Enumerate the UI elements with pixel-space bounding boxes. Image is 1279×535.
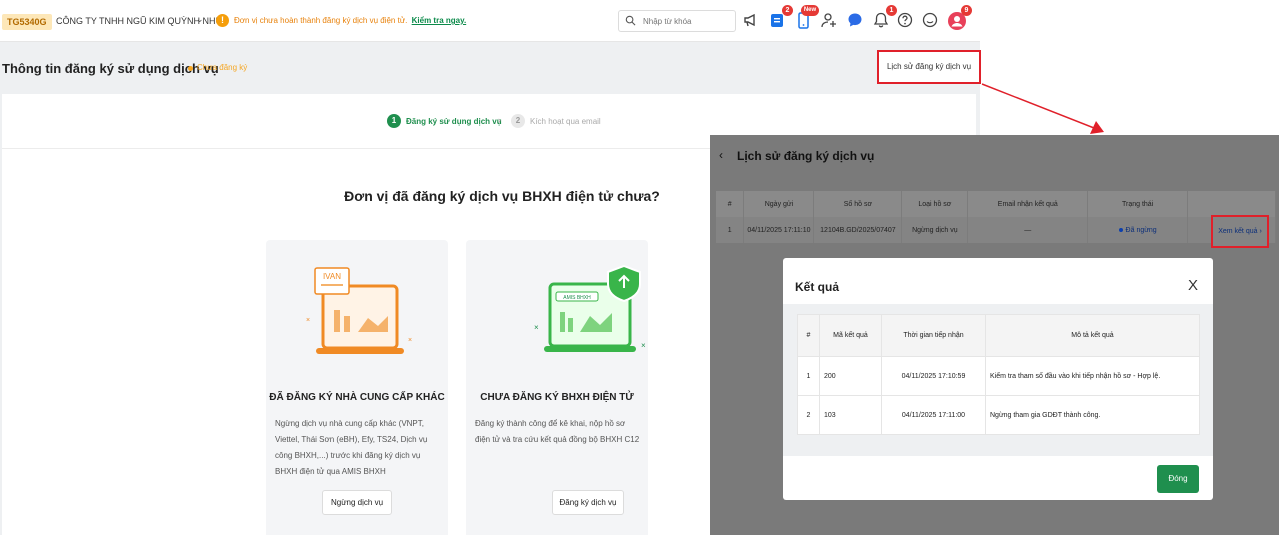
row-result-description: Kiểm tra tham số đầu vào khi tiếp nhận h… <box>985 356 1200 396</box>
register-service-button[interactable]: Đăng ký dịch vụ <box>552 490 624 515</box>
result-table: # Mã kết quả Thời gian tiếp nhận Mô tả k… <box>797 314 1200 435</box>
laptop-shield-illustration: AMIS BHXH × × <box>534 264 646 352</box>
bell-icon[interactable]: 1 <box>872 5 897 31</box>
option-not-registered[interactable]: AMIS BHXH × × CHƯA ĐĂNG KÝ BHXH ĐIỆN TỬ … <box>466 240 648 535</box>
check-now-link[interactable]: Kiểm tra ngay. <box>412 16 467 25</box>
add-user-icon[interactable] <box>820 11 840 31</box>
search-input[interactable] <box>643 14 731 28</box>
col-status: Trạng thái <box>1087 191 1189 217</box>
history-button[interactable]: Lịch sử đăng ký dịch vụ <box>877 50 981 84</box>
row-result-email: — <box>967 217 1089 243</box>
history-table: # Ngày gửi Số hồ sơ Loại hồ sơ Email nhậ… <box>716 191 1276 243</box>
help-icon[interactable] <box>896 11 916 31</box>
table-row: 1 04/11/2025 17:11:10 12104B.GD/2025/074… <box>716 217 1276 243</box>
row-status: Đã ngừng <box>1087 217 1189 243</box>
stop-service-button[interactable]: Ngừng dịch vụ <box>322 490 392 515</box>
history-header-row: # Ngày gửi Số hồ sơ Loại hồ sơ Email nhậ… <box>716 191 1276 217</box>
table-row: 1 200 04/11/2025 17:10:59 Kiểm tra tham … <box>797 356 1200 396</box>
top-bar: TG5340G CÔNG TY TNHH NGŨ KIM QUỲNH NHƯ ⌄… <box>0 0 980 42</box>
clipboard-icon[interactable]: 2 <box>768 5 793 31</box>
step-1-number: 1 <box>387 114 401 128</box>
page-title: Thông tin đăng ký sử dụng dịch vụ <box>2 61 219 76</box>
search-icon <box>625 15 636 26</box>
row-index: 1 <box>716 217 745 243</box>
close-icon[interactable]: X <box>1188 277 1198 294</box>
modal-title: Kết quả <box>795 280 840 294</box>
step-2-number: 2 <box>511 114 525 128</box>
option-title: CHƯA ĐĂNG KÝ BHXH ĐIỆN TỬ <box>480 392 634 403</box>
tax-code-badge: TG5340G <box>2 14 52 30</box>
svg-text:×: × <box>408 337 412 344</box>
col-received-time: Thời gian tiếp nhận <box>881 314 986 357</box>
svg-text:×: × <box>641 341 646 350</box>
row-result-description: Ngừng tham gia GDĐT thành công. <box>985 395 1200 435</box>
avatar-badge: 9 <box>961 5 972 16</box>
amis-label: AMIS BHXH <box>563 295 591 301</box>
row-send-date: 04/11/2025 17:11:10 <box>743 217 815 243</box>
option-other-provider[interactable]: IVAN × × ĐÃ ĐĂNG KÝ NHÀ CUNG CẤP KHÁC Ng… <box>266 240 448 535</box>
result-modal: Kết quả X # Mã kết quả Thời gian tiếp nh… <box>783 258 1213 500</box>
chevron-down-icon[interactable]: ⌄ <box>196 14 204 25</box>
col-action <box>1187 191 1276 217</box>
step-separator: › <box>498 115 501 125</box>
step-1-label: Đăng ký sử dụng dịch vụ <box>406 117 502 126</box>
registration-status: Chưa đăng ký <box>197 63 248 72</box>
warning-text: Đơn vị chưa hoàn thành đăng ký dịch vụ đ… <box>234 16 408 25</box>
laptop-ivan-illustration: IVAN × × <box>306 267 412 354</box>
view-result-link[interactable]: Xem kết quả › <box>1211 215 1269 248</box>
option-description: Ngừng dịch vụ nhà cung cấp khác (VNPT, V… <box>275 419 428 476</box>
avatar[interactable]: 9 <box>947 5 972 31</box>
col-result-code: Mã kết quả <box>819 314 882 357</box>
chat-icon[interactable] <box>846 11 866 31</box>
col-send-date: Ngày gửi <box>743 191 815 217</box>
col-result-email: Email nhận kết quả <box>967 191 1089 217</box>
page-header: Thông tin đăng ký sử dụng dịch vụ Chưa đ… <box>0 42 980 94</box>
search-box[interactable] <box>618 10 736 32</box>
row-file-number: 12104B.GD/2025/07407 <box>813 217 903 243</box>
modal-body: # Mã kết quả Thời gian tiếp nhận Mô tả k… <box>783 304 1213 456</box>
result-header-row: # Mã kết quả Thời gian tiếp nhận Mô tả k… <box>797 314 1200 357</box>
emoji-icon[interactable] <box>921 11 941 31</box>
clipboard-badge: 2 <box>782 5 793 16</box>
row-result-code: 103 <box>819 395 882 435</box>
status-dot-icon <box>188 66 193 71</box>
row-index: 2 <box>797 395 820 435</box>
col-index: # <box>797 314 820 357</box>
option-description: Đăng ký thành công để kê khai, nộp hồ sơ… <box>475 419 640 444</box>
col-file-type: Loại hồ sơ <box>901 191 969 217</box>
view-result-label: Xem kết quả <box>1218 228 1258 235</box>
svg-text:×: × <box>534 323 539 332</box>
registration-warning: Đơn vị chưa hoàn thành đăng ký dịch vụ đ… <box>234 16 466 25</box>
option-title: ĐÃ ĐĂNG KÝ NHÀ CUNG CẤP KHÁC <box>269 392 445 403</box>
phone-new-badge: New <box>801 5 819 16</box>
table-row: 2 103 04/11/2025 17:11:00 Ngừng tham gia… <box>797 395 1200 435</box>
ivan-label: IVAN <box>323 272 341 281</box>
svg-text:×: × <box>306 317 310 324</box>
phone-icon[interactable]: New <box>794 5 819 31</box>
row-received-time: 04/11/2025 17:10:59 <box>881 356 986 396</box>
back-chevron-icon[interactable]: ‹ <box>719 148 723 162</box>
history-title: Lịch sử đăng ký dịch vụ <box>737 149 875 163</box>
row-result-code: 200 <box>819 356 882 396</box>
row-file-type: Ngừng dịch vụ <box>901 217 969 243</box>
row-index: 1 <box>797 356 820 396</box>
row-received-time: 04/11/2025 17:11:00 <box>881 395 986 435</box>
col-result-description: Mô tả kết quả <box>985 314 1200 357</box>
megaphone-icon[interactable] <box>742 11 762 31</box>
col-file-number: Số hồ sơ <box>813 191 903 217</box>
col-index: # <box>716 191 745 217</box>
warning-icon: ! <box>216 14 229 27</box>
close-button[interactable]: Đóng <box>1157 465 1199 493</box>
step-2-label: Kích hoạt qua email <box>530 117 601 126</box>
